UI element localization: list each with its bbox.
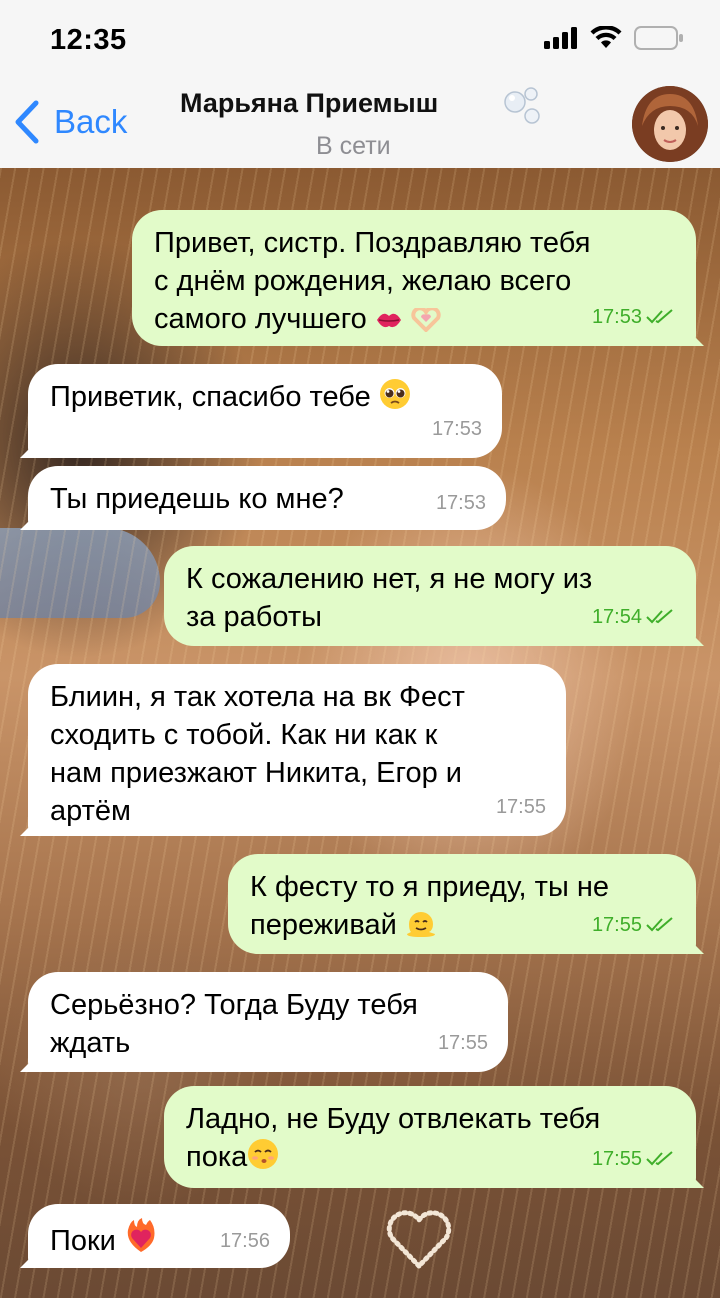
message-text: артём: [50, 795, 131, 827]
message-time: 17:54: [591, 606, 642, 628]
chat-area[interactable]: Привет, систр. Поздравляю тебя с днём ро…: [0, 168, 720, 1298]
double-check-icon: [646, 609, 673, 624]
message-text: с днём рождения, желаю всего: [154, 265, 572, 297]
message-text: Блиин, я так хотела на вк Фест: [50, 681, 465, 713]
message-text-part: Приветик, спасибо тебе: [50, 381, 371, 413]
message-text: К фесту то я приеду, ты не: [250, 871, 609, 903]
message-time: 17:55: [495, 796, 546, 818]
message-time: 17:56: [219, 1230, 270, 1252]
heart-necklace-graphic: [386, 1210, 452, 1270]
cellular-signal-icon: [544, 27, 577, 49]
message-text-part: самого лучшего: [154, 303, 367, 335]
back-button[interactable]: Back: [14, 100, 127, 144]
message-text: К сожалению нет, я не могу из: [186, 563, 593, 595]
message-outgoing[interactable]: К сожалению нет, я не могу из за работы …: [164, 546, 696, 646]
message-text-part: пока: [186, 1141, 248, 1173]
message-text-part: переживай: [250, 909, 397, 941]
message-text: Приветик, спасибо тебе: [50, 378, 480, 416]
message-meta: 17:55: [592, 1140, 676, 1178]
message-meta: 17:56: [220, 1222, 270, 1260]
battery-icon: [634, 26, 683, 50]
message-incoming[interactable]: Поки 17:56: [28, 1204, 290, 1268]
message-meta: 17:55: [592, 906, 676, 944]
message-text-part: Поки: [50, 1225, 116, 1257]
chevron-left-icon: [15, 100, 39, 144]
message-text: Ладно, не Буду отвлекать тебя: [186, 1103, 601, 1135]
wifi-icon: [590, 26, 622, 48]
chat-header: Back Марьяна Приемыш В сети: [0, 80, 720, 168]
message-outgoing[interactable]: Привет, систр. Поздравляю тебя с днём ро…: [132, 210, 696, 346]
avatar-photo: [632, 86, 708, 162]
message-time: 17:55: [437, 1032, 488, 1054]
contact-name: Марьяна Приемыш: [180, 88, 439, 118]
heart-on-fire-icon: [127, 1218, 155, 1252]
message-text: Привет, систр. Поздравляю тебя: [154, 227, 591, 259]
message-time: 17:53: [435, 492, 486, 514]
melting-face-icon: [406, 912, 435, 937]
message-meta: 17:55: [496, 788, 546, 826]
message-time: 17:53: [431, 418, 482, 440]
pleading-face-icon: [379, 379, 410, 409]
kiss-lips-icon: [376, 313, 401, 328]
contact-title[interactable]: Марьяна Приемыш В сети: [180, 87, 540, 160]
message-text: нам приезжают Никита, Егор и: [50, 757, 462, 789]
message-incoming[interactable]: Ты приедешь ко мне? 17:53: [28, 466, 506, 530]
message-incoming[interactable]: Серьёзно? Тогда Буду тебя ждать 17:55: [28, 972, 508, 1072]
double-check-icon: [646, 917, 673, 932]
double-check-icon: [646, 309, 673, 324]
message-text: сходить с тобой. Как ни как к: [50, 719, 438, 751]
message-time: 17:55: [591, 914, 642, 936]
status-bar: 12:35: [0, 0, 720, 80]
heart-hands-icon: [411, 308, 441, 332]
message-text: Серьёзно? Тогда Буду тебя: [50, 989, 418, 1021]
message-time: 17:53: [591, 306, 642, 328]
message-time: 17:55: [591, 1148, 642, 1170]
message-incoming[interactable]: Блиин, я так хотела на вк Фест сходить с…: [28, 664, 566, 836]
message-meta: 17:55: [438, 1024, 488, 1062]
message-meta: 17:54: [592, 598, 676, 636]
avatar[interactable]: [632, 86, 708, 162]
message-outgoing[interactable]: Ладно, не Буду отвлекать тебя пока 17:55: [164, 1086, 696, 1188]
message-text: Ты приедешь ко мне?: [50, 483, 344, 515]
double-check-icon: [646, 1151, 673, 1166]
bubbles-icon: [504, 87, 540, 124]
message-meta: 17:53: [592, 298, 676, 336]
message-incoming[interactable]: Приветик, спасибо тебе 17:53: [28, 364, 502, 458]
status-icons: [544, 26, 684, 50]
status-time: 12:35: [50, 24, 127, 56]
contact-status: В сети: [316, 132, 391, 160]
message-meta: 17:53: [432, 410, 482, 448]
back-label: Back: [54, 103, 128, 140]
message-outgoing[interactable]: К фесту то я приеду, ты не переживай 17:…: [228, 854, 696, 954]
message-text: ждать: [50, 1027, 131, 1059]
message-meta: 17:53: [436, 484, 486, 522]
kissing-face-icon: [248, 1139, 279, 1169]
